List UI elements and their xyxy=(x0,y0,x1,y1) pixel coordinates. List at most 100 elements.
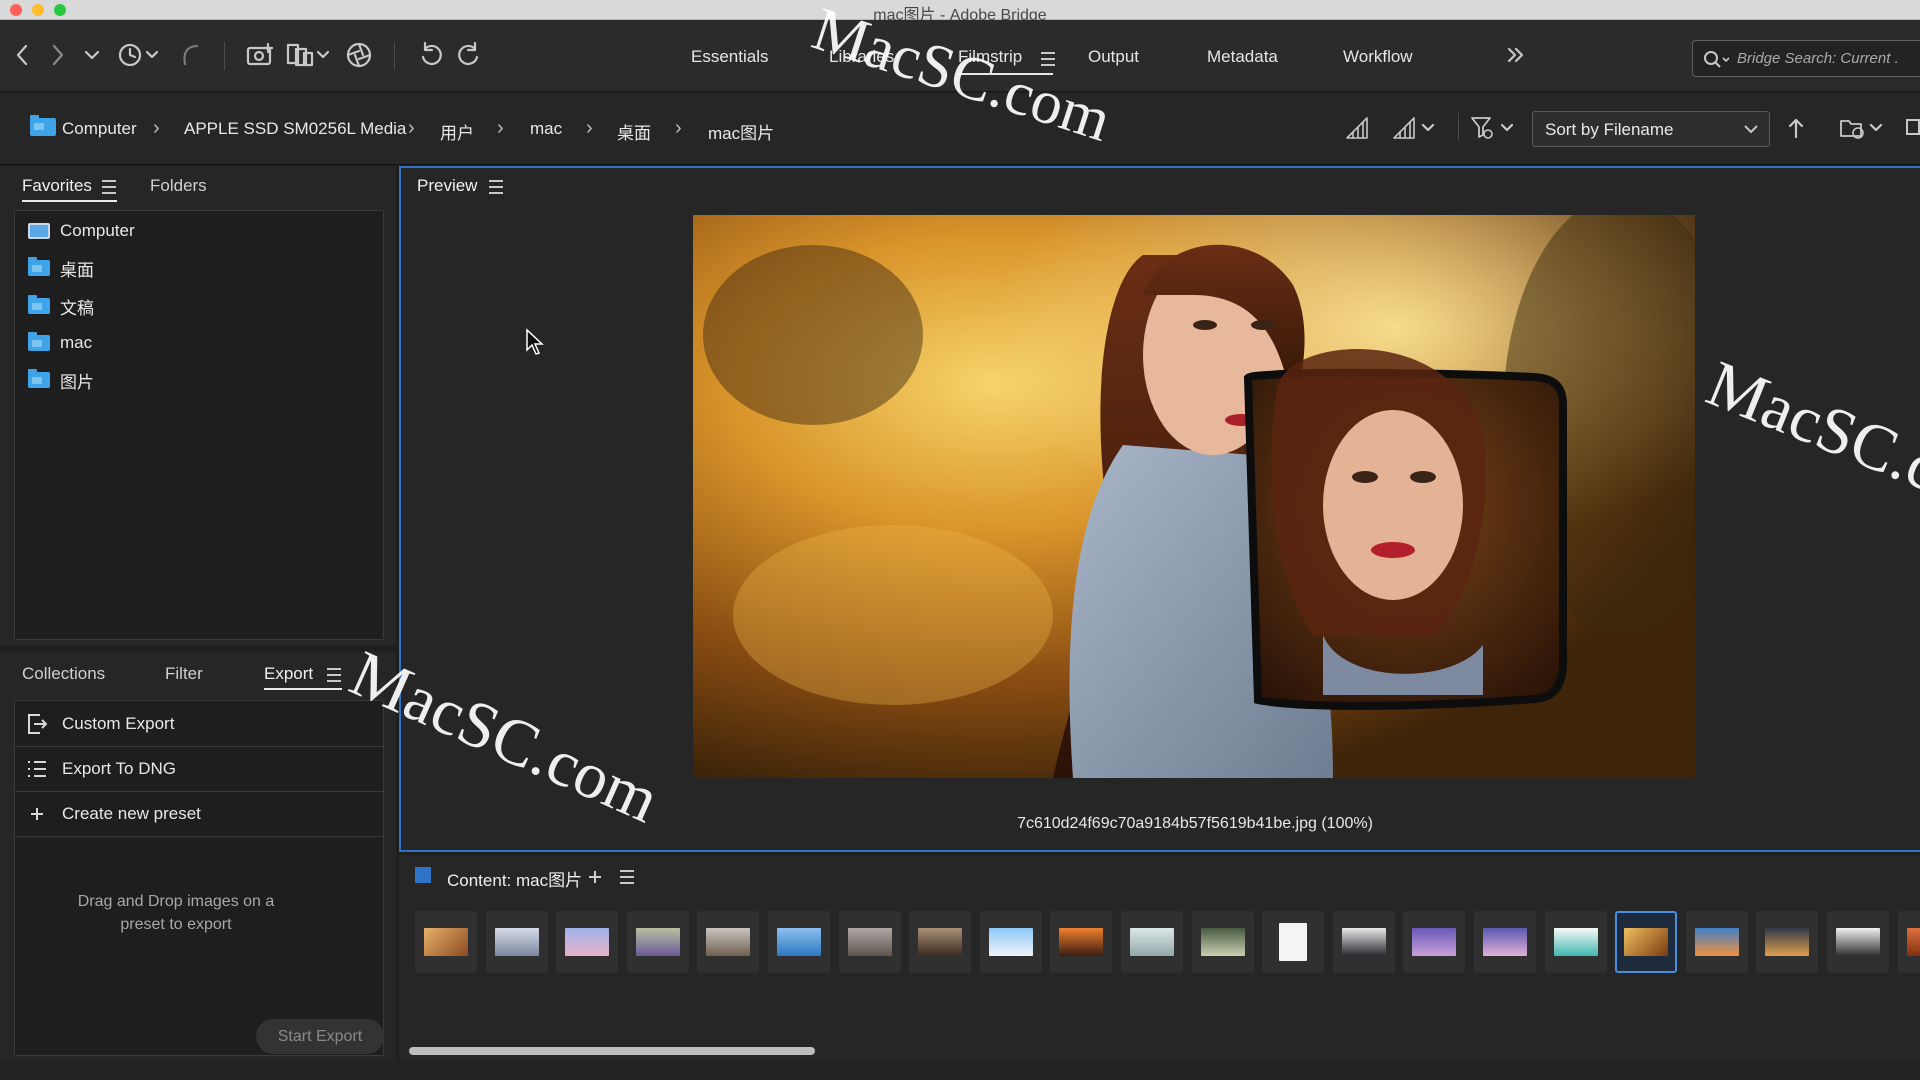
breadcrumb-desktop[interactable]: 桌面 xyxy=(617,119,651,144)
workspace-tab-workflow[interactable]: Workflow xyxy=(1343,47,1413,67)
filmstrip-thumbnail[interactable] xyxy=(1827,911,1889,973)
search-icon xyxy=(1704,51,1730,68)
workspace-tab-essentials[interactable]: Essentials xyxy=(691,47,768,67)
favorite-item-desktop[interactable]: 桌面 xyxy=(28,254,94,282)
tab-favorites[interactable]: Favorites xyxy=(22,176,92,196)
new-folder-icon[interactable] xyxy=(1906,119,1920,135)
breadcrumb-users[interactable]: 用户 xyxy=(440,119,474,144)
breadcrumb-separator-icon: › xyxy=(675,117,682,139)
filmstrip-thumbnail[interactable] xyxy=(768,911,830,973)
breadcrumb-computer[interactable]: Computer xyxy=(62,119,137,139)
tab-folders[interactable]: Folders xyxy=(150,176,207,196)
panel-menu-icon[interactable] xyxy=(327,668,341,686)
application-toolbar: Essentials Libraries Filmstrip Output Me… xyxy=(0,20,1920,92)
workspace-menu-icon[interactable] xyxy=(1041,52,1055,70)
filmstrip-thumbnail-selected[interactable] xyxy=(1615,911,1678,973)
workspace-tab-libraries[interactable]: Libraries xyxy=(829,47,894,67)
favorite-item-pictures[interactable]: 图片 xyxy=(28,366,94,394)
breadcrumb-separator-icon: › xyxy=(408,117,415,139)
filter-items-by-rating-icon[interactable] xyxy=(1470,113,1516,143)
tab-content[interactable]: Content: mac图片 xyxy=(447,866,582,891)
favorite-item-computer[interactable]: Computer xyxy=(28,217,135,245)
home-folder-icon xyxy=(28,332,50,351)
filmstrip-scrollbar[interactable] xyxy=(409,1047,815,1055)
forward-icon[interactable] xyxy=(46,40,70,70)
favorite-label: mac xyxy=(60,333,93,352)
thumbnail-quality-dropdown-icon[interactable] xyxy=(1390,113,1438,143)
thumbnail-image xyxy=(1200,928,1245,956)
thumbnail-image xyxy=(1694,928,1739,956)
panel-menu-icon[interactable] xyxy=(620,870,634,888)
filmstrip-thumbnail[interactable] xyxy=(979,911,1042,973)
favorite-item-documents[interactable]: 文稿 xyxy=(28,292,94,320)
boomerang-icon[interactable] xyxy=(178,40,202,70)
back-icon[interactable] xyxy=(10,40,34,70)
filmstrip-thumbnail[interactable] xyxy=(1262,911,1325,973)
filmstrip-thumbnail[interactable] xyxy=(1050,911,1113,973)
start-export-button[interactable]: Start Export xyxy=(256,1019,384,1054)
chevron-down-icon[interactable] xyxy=(82,40,102,70)
breadcrumb-current-folder[interactable]: mac图片 xyxy=(708,119,774,144)
bridge-search-box[interactable]: Bridge Search: Current . xyxy=(1692,40,1920,77)
filmstrip-thumbnail[interactable] xyxy=(697,911,760,973)
rotate-right-icon[interactable] xyxy=(454,40,484,70)
breadcrumb-mac[interactable]: mac xyxy=(530,119,562,139)
filmstrip-thumbnail[interactable] xyxy=(415,911,477,973)
status-bar xyxy=(0,1060,1920,1080)
filmstrip-thumbnail[interactable] xyxy=(626,911,689,973)
filmstrip-thumbnail[interactable] xyxy=(485,911,548,973)
thumbnail-image xyxy=(1059,928,1104,956)
filmstrip-thumbnail[interactable] xyxy=(1897,911,1920,973)
search-input[interactable]: Bridge Search: Current . xyxy=(1737,50,1899,67)
quality-icon[interactable] xyxy=(1342,113,1372,143)
export-preset-custom[interactable]: Custom Export xyxy=(14,702,384,747)
thumbnail-image xyxy=(1836,928,1880,956)
filmstrip-thumbnail[interactable] xyxy=(1474,911,1536,973)
breadcrumb-separator-icon: › xyxy=(586,117,593,139)
preview-image[interactable] xyxy=(693,215,1695,778)
workspace-tab-metadata[interactable]: Metadata xyxy=(1207,47,1278,67)
favorite-item-mac[interactable]: mac xyxy=(28,329,92,357)
export-preset-label: Export To DNG xyxy=(62,759,177,778)
open-recent-file-icon[interactable] xyxy=(1838,113,1886,143)
export-preset-label: Create new preset xyxy=(62,804,201,823)
filmstrip-thumbnail[interactable] xyxy=(1685,911,1748,973)
filmstrip-thumbnail[interactable] xyxy=(1756,911,1819,973)
plus-icon[interactable] xyxy=(587,869,603,885)
tab-filter[interactable]: Filter xyxy=(165,664,203,684)
sort-dropdown[interactable]: Sort by Filename xyxy=(1532,111,1770,147)
breadcrumb-separator-icon: › xyxy=(153,117,160,139)
panel-menu-icon[interactable] xyxy=(102,180,116,198)
breadcrumb-drive[interactable]: APPLE SSD SM0256L Media xyxy=(184,119,406,139)
filmstrip-thumbnail[interactable] xyxy=(909,911,972,973)
thumbnail-image xyxy=(988,928,1033,956)
tab-preview[interactable]: Preview xyxy=(417,176,477,196)
recent-history-icon[interactable] xyxy=(116,40,162,70)
drop-hint-line: preset to export xyxy=(120,916,232,933)
filmstrip-thumbnail[interactable] xyxy=(838,911,901,973)
preview-caption: 7c610d24f69c70a9184b57f5619b41be.jpg (10… xyxy=(1017,815,1373,832)
get-photos-from-camera-icon[interactable] xyxy=(246,40,276,70)
filmstrip-thumbnail[interactable] xyxy=(1191,911,1254,973)
export-preset-dng[interactable]: Export To DNG xyxy=(14,747,384,792)
filmstrip-thumbnail[interactable] xyxy=(1544,911,1607,973)
rotate-left-icon[interactable] xyxy=(416,40,446,70)
filmstrip-thumbnail[interactable] xyxy=(556,911,619,973)
filmstrip-thumbnail[interactable] xyxy=(1332,911,1395,973)
panel-menu-icon[interactable] xyxy=(489,180,503,198)
content-color-icon xyxy=(415,867,431,883)
create-new-preset[interactable]: Create new preset xyxy=(14,792,384,837)
sort-ascending-icon[interactable] xyxy=(1784,113,1808,143)
favorite-label: 桌面 xyxy=(60,260,94,280)
tab-export[interactable]: Export xyxy=(264,664,313,684)
open-in-camera-raw-icon[interactable] xyxy=(344,40,374,70)
thumbnail-image xyxy=(565,928,610,956)
thumbnail-image xyxy=(1553,928,1598,956)
filmstrip-thumbnail[interactable] xyxy=(1403,911,1466,973)
workspace-tab-filmstrip[interactable]: Filmstrip xyxy=(958,47,1022,67)
more-workspaces-icon[interactable] xyxy=(1504,40,1528,70)
refine-icon[interactable] xyxy=(286,40,332,70)
tab-collections[interactable]: Collections xyxy=(22,664,105,684)
filmstrip-thumbnail[interactable] xyxy=(1121,911,1183,973)
workspace-tab-output[interactable]: Output xyxy=(1088,47,1139,67)
